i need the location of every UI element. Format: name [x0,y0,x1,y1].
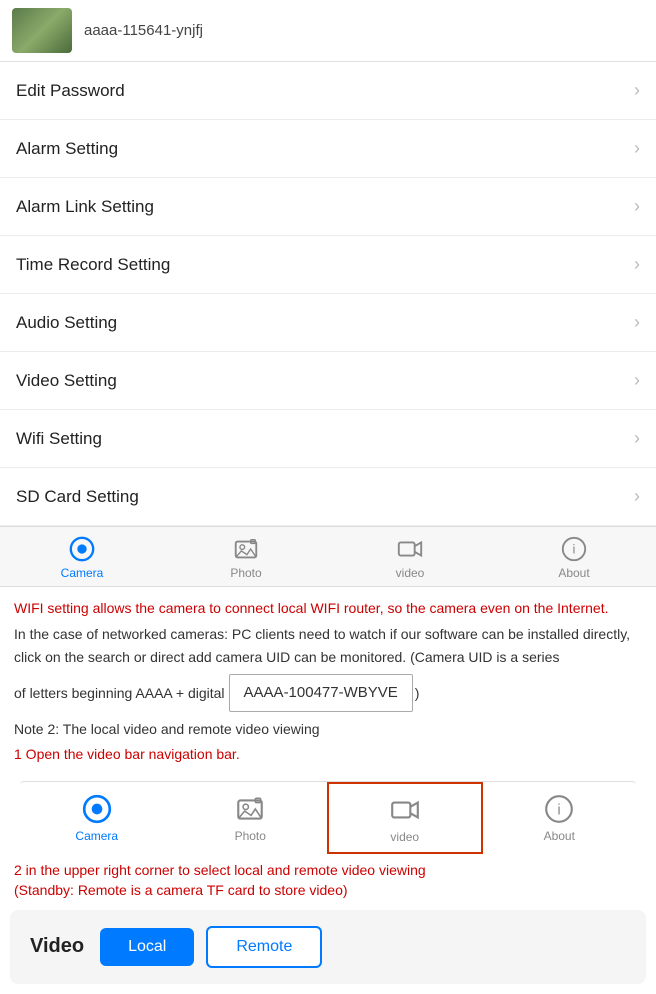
menu-item-label: Time Record Setting [16,255,170,275]
tab2-camera-label: Camera [75,829,118,843]
tab-bar-2-wrapper: Camera Photo video [0,781,656,854]
tab2-about-label: About [544,829,575,843]
chevron-icon: › [634,138,640,159]
wifi-info-red: WIFI setting allows the camera to connec… [14,597,642,619]
uid-prefix-text: of letters beginning AAAA + digital [14,682,225,704]
tab2-photo-label: Photo [235,829,266,843]
chevron-icon: › [634,312,640,333]
tab2-about[interactable]: i About [483,782,637,854]
menu-list: Edit Password › Alarm Setting › Alarm Li… [0,62,656,526]
device-header: aaaa-115641-ynjfj [0,0,656,62]
tab2-video[interactable]: video [327,782,483,854]
tab-video-label: video [396,566,425,580]
menu-item-audio-setting[interactable]: Audio Setting › [0,294,656,352]
photo2-tab-icon [234,793,266,825]
menu-item-label: Alarm Setting [16,139,118,159]
tab-bar-1: Camera Photo video i About [0,526,656,587]
chevron-icon: › [634,80,640,101]
about-tab-icon: i [560,535,588,563]
about2-tab-icon: i [543,793,575,825]
svg-text:i: i [558,801,561,818]
menu-item-label: Alarm Link Setting [16,197,154,217]
tab2-camera[interactable]: Camera [20,782,174,854]
tab-camera-label: Camera [61,566,104,580]
tab-photo-label: Photo [230,566,261,580]
menu-item-alarm-link-setting[interactable]: Alarm Link Setting › [0,178,656,236]
note2-red-line2: (Standby: Remote is a camera TF card to … [0,880,656,904]
chevron-icon: › [634,428,640,449]
tab-video[interactable]: video [328,527,492,586]
video2-tab-icon [389,794,421,826]
info-section: WIFI setting allows the camera to connec… [0,587,656,775]
chevron-icon: › [634,254,640,275]
device-name: aaaa-115641-ynjfj [84,22,203,39]
device-thumbnail [12,8,72,53]
chevron-icon: › [634,370,640,391]
tab-camera[interactable]: Camera [0,527,164,586]
uid-suffix: ) [415,682,420,704]
video-tab-icon [396,535,424,563]
note2-red-line1: 2 in the upper right corner to select lo… [0,860,656,880]
menu-item-edit-password[interactable]: Edit Password › [0,62,656,120]
camera-tab-icon [68,535,96,563]
chevron-icon: › [634,486,640,507]
menu-item-alarm-setting[interactable]: Alarm Setting › [0,120,656,178]
remote-button[interactable]: Remote [206,926,322,968]
menu-item-wifi-setting[interactable]: Wifi Setting › [0,410,656,468]
network-info-line: In the case of networked cameras: PC cli… [14,623,642,668]
chevron-icon: › [634,196,640,217]
menu-item-label: Edit Password [16,81,125,101]
menu-item-label: Video Setting [16,371,117,391]
video-button-area: Video Local Remote [10,910,646,984]
menu-item-time-record-setting[interactable]: Time Record Setting › [0,236,656,294]
video-section-label: Video [30,935,84,958]
tab-about-label: About [558,566,589,580]
tab-photo[interactable]: Photo [164,527,328,586]
tab-bar-2: Camera Photo video [20,781,636,854]
menu-item-label: SD Card Setting [16,487,139,507]
local-button[interactable]: Local [100,928,194,966]
uid-display: AAAA-100477-WBYVE [229,674,413,712]
note2-line: Note 2: The local video and remote video… [14,718,642,740]
menu-item-video-setting[interactable]: Video Setting › [0,352,656,410]
tab2-photo[interactable]: Photo [174,782,328,854]
tab2-video-label: video [390,830,419,844]
camera2-tab-icon [81,793,113,825]
tab-about[interactable]: i About [492,527,656,586]
photo-tab-icon [232,535,260,563]
menu-item-sd-card-setting[interactable]: SD Card Setting › [0,468,656,526]
svg-text:i: i [573,542,576,557]
menu-item-label: Wifi Setting [16,429,102,449]
open-nav-red: 1 Open the video bar navigation bar. [14,743,642,765]
menu-item-label: Audio Setting [16,313,117,333]
uid-container: of letters beginning AAAA + digital AAAA… [14,674,642,712]
